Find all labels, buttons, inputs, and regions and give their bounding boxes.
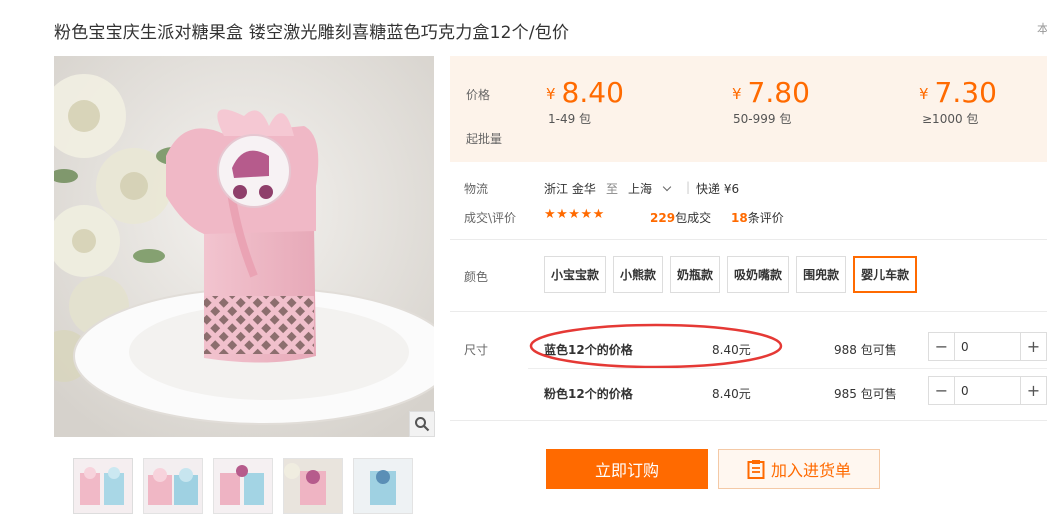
- size-stock: 988 包可售: [834, 343, 897, 357]
- ship-to-select[interactable]: 上海: [628, 180, 672, 197]
- clipboard-icon: [747, 460, 765, 479]
- price-tier-3: ¥7.30: [919, 76, 997, 109]
- quantity-input[interactable]: [955, 377, 1020, 404]
- logistics-label: 物流: [464, 182, 489, 196]
- moq-value: ≥1000 包: [922, 112, 979, 126]
- color-option-bear[interactable]: 小熊款: [613, 256, 664, 293]
- size-label: 尺寸: [464, 343, 489, 357]
- moq-value: 50-999 包: [733, 112, 792, 126]
- thumbnail-5[interactable]: [353, 458, 413, 514]
- divider: [450, 311, 1047, 312]
- separator: |: [686, 180, 691, 194]
- thumbnail-1[interactable]: [73, 458, 133, 514]
- moq-value: 1-49 包: [548, 112, 592, 126]
- to-word: 至: [606, 182, 619, 196]
- quantity-input[interactable]: [955, 333, 1020, 360]
- color-option-bib[interactable]: 围兜款: [796, 256, 847, 293]
- deals-label: 成交\评价: [464, 211, 517, 225]
- color-option-stroller[interactable]: 婴儿车款: [853, 256, 918, 293]
- header-right-text[interactable]: 本: [1037, 20, 1047, 37]
- thumbnail-4[interactable]: [283, 458, 343, 514]
- review-count[interactable]: 18条评价: [731, 209, 784, 226]
- thumbnail-3[interactable]: [213, 458, 273, 514]
- size-price: 8.40元: [712, 387, 751, 401]
- size-name: 蓝色12个的价格: [544, 343, 633, 357]
- color-option-pacifier[interactable]: 吸奶嘴款: [727, 256, 790, 293]
- plus-button[interactable]: +: [1020, 333, 1046, 360]
- color-option-bottle[interactable]: 奶瓶款: [670, 256, 721, 293]
- quantity-stepper: − +: [928, 332, 1047, 361]
- thumbnail-2[interactable]: [143, 458, 203, 514]
- rating-stars: ★★★★★: [544, 207, 605, 222]
- moq-label: 起批量: [466, 132, 503, 146]
- zoom-button[interactable]: [409, 411, 435, 437]
- chevron-down-icon: [662, 182, 672, 192]
- divider: [450, 420, 1047, 421]
- size-name: 粉色12个的价格: [544, 387, 633, 401]
- main-product-image[interactable]: [54, 56, 434, 437]
- size-stock: 985 包可售: [834, 387, 897, 401]
- deal-count[interactable]: 229包成交: [650, 209, 711, 226]
- color-label: 颜色: [464, 270, 489, 284]
- quantity-stepper: − +: [928, 376, 1047, 405]
- minus-button[interactable]: −: [929, 377, 955, 404]
- yen-symbol: ¥: [546, 85, 556, 103]
- plus-button[interactable]: +: [1020, 377, 1046, 404]
- color-options: 小宝宝款 小熊款 奶瓶款 吸奶嘴款 围兜款 婴儿车款: [544, 256, 918, 293]
- price-label: 价格: [466, 88, 491, 102]
- magnifier-icon: [415, 417, 430, 432]
- product-title: 粉色宝宝庆生派对糖果盒 镂空激光雕刻喜糖蓝色巧克力盒12个/包价: [54, 23, 570, 43]
- color-option-baby[interactable]: 小宝宝款: [544, 256, 607, 293]
- thumbnail-strip: [73, 458, 413, 514]
- price-tier-1: ¥8.40: [546, 76, 624, 109]
- minus-button[interactable]: −: [929, 333, 955, 360]
- price-panel: 价格 起批量 ¥8.40 1-49 包 ¥7.80 50-999 包 ¥7.30…: [450, 56, 1047, 162]
- shipping-fee: 快递 ¥6: [696, 182, 740, 196]
- ship-from: 浙江 金华: [544, 182, 596, 196]
- divider: [528, 368, 1047, 369]
- yen-symbol: ¥: [919, 85, 929, 103]
- price-tier-2: ¥7.80: [732, 76, 810, 109]
- divider: [450, 239, 1047, 240]
- yen-symbol: ¥: [732, 85, 742, 103]
- price-value: ¥7.80: [732, 76, 810, 109]
- order-now-button[interactable]: 立即订购: [546, 449, 708, 489]
- price-value: ¥7.30: [919, 76, 997, 109]
- ship-to-value: 上海: [628, 182, 653, 196]
- price-value: ¥8.40: [546, 76, 624, 109]
- add-to-cart-label: 加入进货单: [770, 461, 851, 480]
- add-to-cart-button[interactable]: 加入进货单: [718, 449, 880, 489]
- size-price: 8.40元: [712, 343, 751, 357]
